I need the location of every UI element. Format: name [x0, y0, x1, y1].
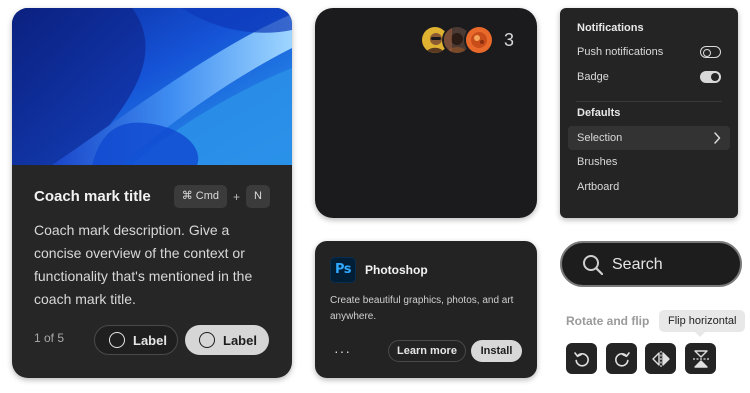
menu-section-heading-defaults: Defaults	[577, 107, 621, 119]
search-field[interactable]	[560, 241, 742, 287]
photoshop-logo-icon: Ps	[330, 257, 356, 283]
secondary-button[interactable]: Label	[94, 325, 178, 355]
app-description: Create beautiful graphics, photos, and a…	[330, 295, 514, 322]
rotate-left-button[interactable]	[566, 343, 597, 374]
rotate-right-button[interactable]	[606, 343, 637, 374]
menu-item-artboard[interactable]: Artboard	[577, 181, 619, 193]
tooltip: Flip horizontal	[659, 310, 746, 337]
coach-mark-image	[12, 8, 292, 165]
circle-icon	[109, 332, 125, 348]
app-card-photoshop: Ps Photoshop Create beautiful graphics, …	[315, 241, 537, 378]
primary-button[interactable]: Label	[185, 325, 269, 355]
search-input[interactable]	[612, 253, 732, 277]
circle-icon	[199, 332, 215, 348]
menu-item-selection[interactable]: Selection	[577, 132, 622, 144]
avatar-group[interactable]	[420, 25, 500, 55]
step-counter: 1 of 5	[34, 331, 65, 345]
shortcut-key-cmd: ⌘ Cmd	[173, 185, 228, 208]
badge-toggle[interactable]	[700, 71, 721, 83]
primary-button-label: Label	[223, 332, 257, 348]
rotate-flip-label: Rotate and flip	[566, 314, 650, 328]
menu-item-brushes[interactable]: Brushes	[577, 156, 617, 168]
push-notifications-toggle[interactable]	[700, 46, 721, 58]
menu-item-push-notifications[interactable]: Push notifications	[577, 46, 663, 58]
menu-divider	[576, 101, 722, 102]
learn-more-button[interactable]: Learn more	[388, 340, 466, 362]
menu-item-badge[interactable]: Badge	[577, 71, 609, 83]
keyboard-shortcut: ⌘ Cmd + N	[173, 185, 270, 208]
shortcut-plus: +	[233, 189, 241, 204]
chevron-right-icon	[714, 132, 721, 144]
rotate-left-icon	[573, 351, 589, 367]
search-icon	[583, 255, 604, 276]
flip-horizontal-button[interactable]	[645, 343, 676, 374]
rotate-right-icon	[614, 351, 630, 367]
settings-menu: Notifications Push notifications Badge D…	[560, 8, 738, 218]
avatar-group-card: 3	[315, 8, 537, 218]
coach-mark-title: Coach mark title	[34, 188, 151, 205]
avatar-overflow-count: 3	[504, 30, 515, 50]
install-button[interactable]: Install	[471, 340, 522, 362]
coach-mark-description: Coach mark description. Give a concise o…	[34, 222, 253, 307]
menu-section-heading-notifications: Notifications	[577, 22, 644, 34]
avatar[interactable]	[464, 25, 494, 55]
coach-mark-card: Coach mark title ⌘ Cmd + N Coach mark de…	[12, 8, 292, 378]
flip-horizontal-icon	[651, 350, 670, 367]
app-name: Photoshop	[365, 263, 428, 277]
shortcut-key-n: N	[246, 185, 270, 208]
secondary-button-label: Label	[133, 332, 167, 348]
flip-vertical-icon	[692, 349, 709, 368]
flip-vertical-button[interactable]	[685, 343, 716, 374]
more-options-button[interactable]: ···	[334, 343, 351, 359]
